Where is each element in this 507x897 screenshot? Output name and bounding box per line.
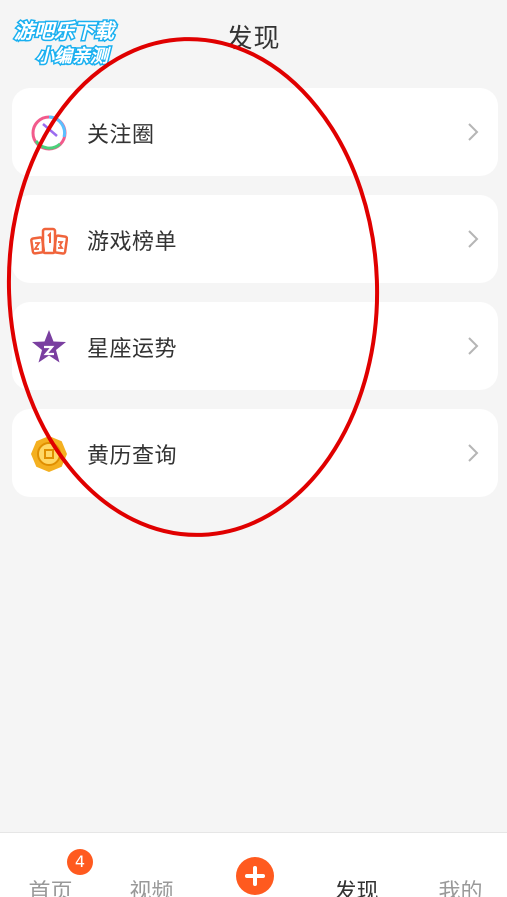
tab-home-label: 首页	[28, 880, 73, 897]
tab-video[interactable]: 视频	[101, 833, 202, 897]
tab-discover-label: 发现	[334, 880, 379, 897]
chevron-right-icon	[466, 228, 480, 250]
tab-mine[interactable]: 我的	[410, 833, 507, 897]
tab-post[interactable]	[203, 833, 304, 897]
tab-discover[interactable]: 发现	[306, 833, 407, 897]
plus-icon[interactable]	[236, 857, 274, 895]
tab-mine-label: 我的	[438, 880, 483, 897]
list-item-label: 星座运势	[87, 337, 178, 362]
watermark-logo: 游吧乐下载 小编亲测	[13, 18, 119, 69]
watermark-line2: 小编亲测	[36, 46, 111, 67]
discover-list: 关注圈 游戏榜单 星座运势 黄历查询	[12, 88, 498, 516]
list-item-almanac[interactable]: 黄历查询	[12, 409, 498, 497]
chevron-right-icon	[466, 442, 480, 464]
bottom-tab-bar: 首页 4 视频 发现 我的	[0, 832, 507, 897]
discover-screen: 发现 游吧乐下载 小编亲测 关注圈 游戏榜单 星座运势 黄历查询 首页 4 视频…	[0, 0, 507, 897]
leaderboard-icon	[30, 221, 68, 259]
list-item-horoscope[interactable]: 星座运势	[12, 302, 498, 390]
watermark-line1: 游吧乐下载	[14, 19, 117, 43]
list-item-label: 关注圈	[87, 123, 155, 148]
notification-badge: 4	[67, 849, 93, 875]
chevron-right-icon	[466, 121, 480, 143]
top-bar: 发现 游吧乐下载 小编亲测	[0, 0, 507, 72]
almanac-coin-icon	[30, 435, 68, 473]
chevron-right-icon	[466, 335, 480, 357]
list-item-label: 黄历查询	[87, 444, 178, 469]
tab-video-label: 视频	[129, 880, 174, 897]
list-item-follow[interactable]: 关注圈	[12, 88, 498, 176]
follow-circle-icon	[30, 114, 68, 152]
list-item-label: 游戏榜单	[87, 230, 178, 255]
star-icon	[30, 328, 68, 366]
tab-home[interactable]: 首页 4	[0, 833, 101, 897]
list-item-game-ranking[interactable]: 游戏榜单	[12, 195, 498, 283]
